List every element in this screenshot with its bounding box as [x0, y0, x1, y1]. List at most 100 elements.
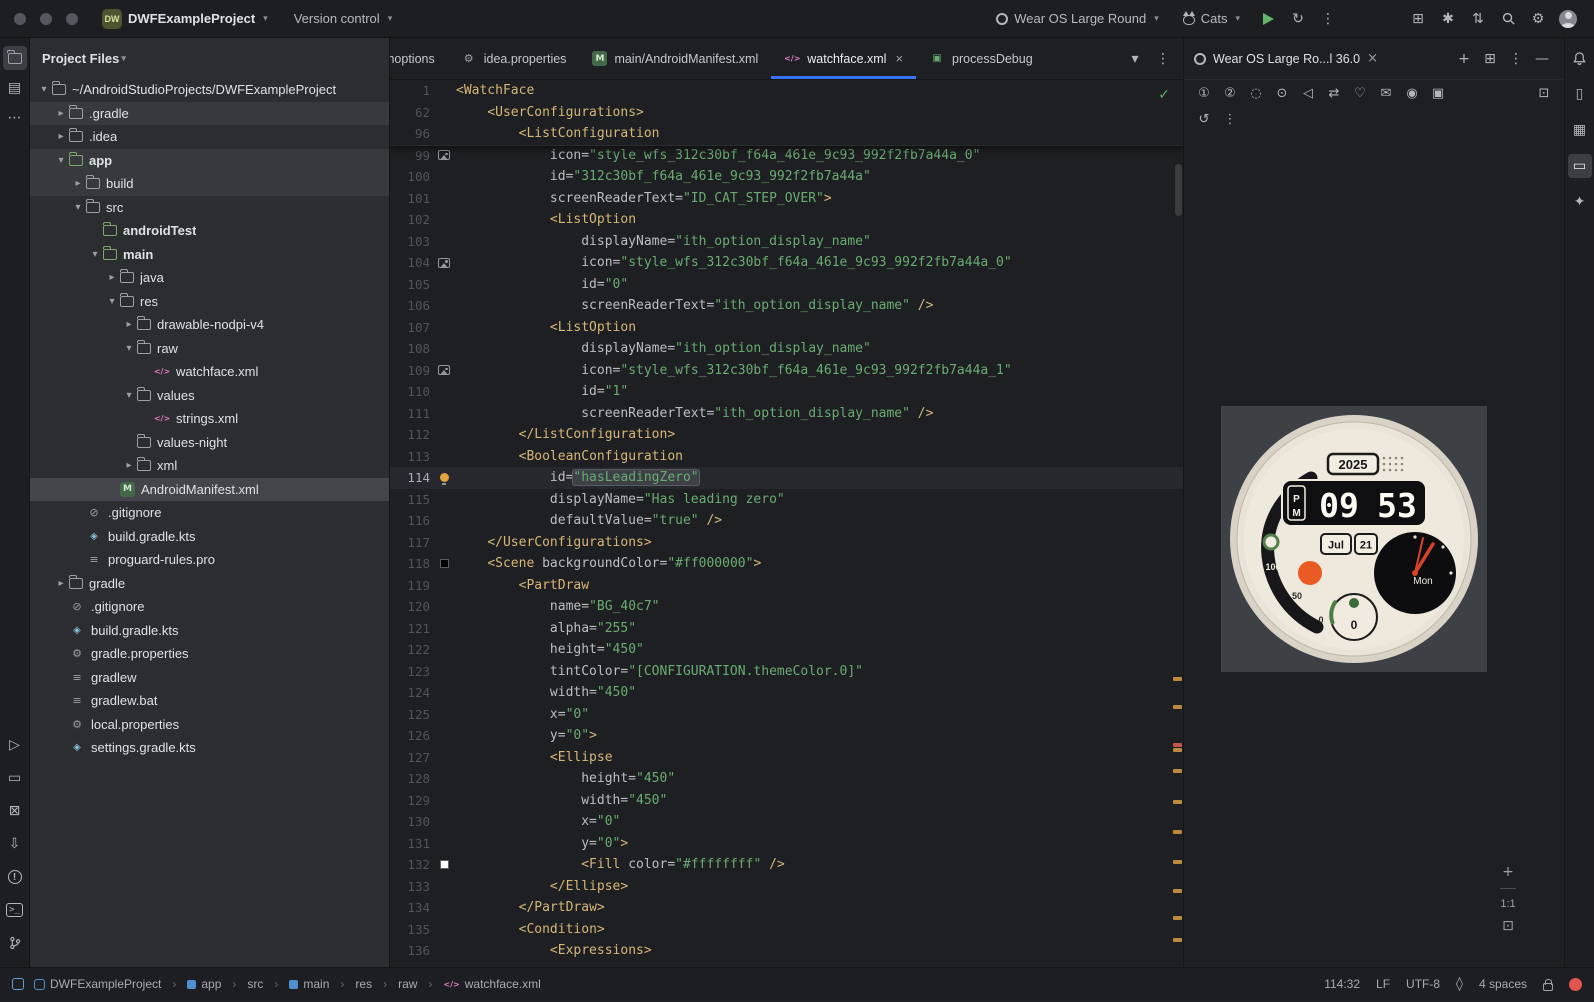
terminal-tool-icon[interactable]: >_ — [3, 898, 27, 922]
code-line[interactable]: 106 screenReaderText="ith_option_display… — [390, 295, 1183, 317]
wear-button-two-icon[interactable]: ② — [1218, 81, 1242, 105]
tab-moptions[interactable]: moptions — [390, 38, 448, 79]
code-line[interactable]: 100 id="312c30bf_f64a_461e_9c93_992f2fb7… — [390, 166, 1183, 188]
back-icon[interactable]: ◁ — [1296, 81, 1320, 105]
breadcrumb-item[interactable]: </> watchface.xml — [443, 977, 540, 991]
hide-device-panel-icon[interactable]: — — [1530, 47, 1554, 71]
read-write-lock-icon[interactable] — [1543, 978, 1553, 991]
tree-item-xml[interactable]: ▸ xml — [30, 454, 389, 478]
line-ending[interactable]: LF — [1376, 977, 1390, 991]
run-tool-icon[interactable]: ▷ — [3, 733, 27, 757]
device-screen[interactable]: 100 50 0 2025 P M 09 53 Mon Jul 21 0 — [1221, 406, 1487, 672]
close-tab-icon[interactable]: × — [895, 51, 903, 66]
tree-item-proguard-rules-pro[interactable]: ≡ proguard-rules.pro — [30, 548, 389, 572]
pull-requests-icon[interactable]: ⇅ — [1466, 7, 1490, 31]
tree-chevron-icon[interactable]: ▸ — [53, 108, 69, 119]
services-tool-icon[interactable]: ⊠ — [3, 799, 27, 823]
notifications-icon[interactable] — [1568, 46, 1592, 70]
ai-actions-icon[interactable]: ✱ — [1436, 7, 1460, 31]
tree-item-local-properties[interactable]: ⚙ local.properties — [30, 713, 389, 737]
code-line[interactable]: 99 icon="style_wfs_312c30bf_f64a_461e_9c… — [390, 145, 1183, 167]
tree-item-gradlew[interactable]: ≡ gradlew — [30, 666, 389, 690]
tree-item-res[interactable]: ▾ res — [30, 290, 389, 314]
tree-chevron-icon[interactable]: ▾ — [70, 202, 86, 213]
code-line[interactable]: 124 width="450" — [390, 682, 1183, 704]
tree-chevron-icon[interactable]: ▾ — [87, 249, 103, 260]
tree-item-build-gradle-kts[interactable]: ◈ build.gradle.kts — [30, 525, 389, 549]
code-line[interactable]: 119 <PartDraw — [390, 575, 1183, 597]
tree-item-raw[interactable]: ▾ raw — [30, 337, 389, 361]
code-line[interactable]: 101 screenReaderText="ID_CAT_STEP_OVER"> — [390, 188, 1183, 210]
tree-item-strings-xml[interactable]: </> strings.xml — [30, 407, 389, 431]
code-line[interactable]: 133 </Ellipse> — [390, 876, 1183, 898]
tree-chevron-icon[interactable]: ▾ — [121, 390, 137, 401]
problems-tool-icon[interactable]: ! — [3, 865, 27, 889]
code-line[interactable]: 120 name="BG_40c7" — [390, 596, 1183, 618]
tree-chevron-icon[interactable]: ▾ — [36, 84, 52, 95]
tree-item-values[interactable]: ▾ values — [30, 384, 389, 408]
tree-item-settings-gradle-kts[interactable]: ◈ settings.gradle.kts — [30, 736, 389, 760]
palm-icon[interactable]: ◌ — [1244, 81, 1268, 105]
code-line[interactable]: 108 displayName="ith_option_display_name… — [390, 338, 1183, 360]
tree-item-build[interactable]: ▸ build — [30, 172, 389, 196]
code-line[interactable]: 125 x="0" — [390, 704, 1183, 726]
caret-position[interactable]: 114:32 — [1324, 977, 1360, 991]
tree-chevron-icon[interactable]: ▾ — [104, 296, 120, 307]
code-line[interactable]: 110 id="1" — [390, 381, 1183, 403]
code-line[interactable]: 112 </ListConfiguration> — [390, 424, 1183, 446]
code-line[interactable]: 121 alpha="255" — [390, 618, 1183, 640]
tree-chevron-icon[interactable]: ▸ — [121, 319, 137, 330]
more-run-actions-icon[interactable]: ⋮ — [1316, 7, 1340, 31]
tab-processdebug[interactable]: ▣ processDebug — [916, 38, 1046, 79]
code-line[interactable]: 135 <Condition> — [390, 919, 1183, 941]
inspections-ok-icon[interactable]: ✓ — [1158, 87, 1170, 103]
snapshot-icon[interactable]: ⊡ — [1532, 81, 1556, 105]
settings-icon[interactable]: ⚙ — [1526, 7, 1550, 31]
tilt-icon[interactable]: ⊙ — [1270, 81, 1294, 105]
editor-scrollbar[interactable] — [1175, 164, 1182, 216]
code-area[interactable]: 99 icon="style_wfs_312c30bf_f64a_461e_9c… — [390, 145, 1183, 968]
gemini-icon[interactable]: ✦ — [1568, 190, 1592, 214]
new-device-tab-icon[interactable]: + — [1452, 47, 1476, 71]
tree-item--androidstudioprojects-dwfexampleproject[interactable]: ▾ ~/AndroidStudioProjects/DWFExampleProje… — [30, 78, 389, 102]
tree-item--idea[interactable]: ▸ .idea — [30, 125, 389, 149]
code-line[interactable]: 113 <BooleanConfiguration — [390, 446, 1183, 468]
tree-item-gradle-properties[interactable]: ⚙ gradle.properties — [30, 642, 389, 666]
running-devices-icon[interactable]: ▭ — [1567, 154, 1592, 178]
search-everywhere-icon[interactable] — [1496, 7, 1520, 31]
tree-item-build-gradle-kts[interactable]: ◈ build.gradle.kts — [30, 619, 389, 643]
code-line[interactable]: 102 <ListOption — [390, 209, 1183, 231]
tree-item--gradle[interactable]: ▸ .gradle — [30, 101, 389, 125]
close-window-button[interactable] — [14, 12, 26, 25]
code-line[interactable]: 134 </PartDraw> — [390, 897, 1183, 919]
code-line[interactable]: 117 </UserConfigurations> — [390, 532, 1183, 554]
zoom-window-button[interactable] — [66, 12, 78, 25]
project-widget[interactable]: DW DWFExampleProject ▾ — [102, 8, 268, 29]
code-line[interactable]: 130 x="0" — [390, 811, 1183, 833]
breadcrumb-item[interactable]: raw — [398, 977, 417, 991]
tree-item-main[interactable]: ▾ main — [30, 243, 389, 267]
tree-chevron-icon[interactable]: ▸ — [70, 178, 86, 189]
breadcrumb-item[interactable]: main — [289, 977, 329, 991]
breadcrumb-item[interactable]: src — [247, 977, 263, 991]
code-line[interactable]: 129 width="450" — [390, 790, 1183, 812]
wear-button-one-icon[interactable]: ① — [1192, 81, 1216, 105]
tree-item-drawable-nodpi-v4[interactable]: ▸ drawable-nodpi-v4 — [30, 313, 389, 337]
code-line[interactable]: 123 tintColor="[CONFIGURATION.themeColor… — [390, 661, 1183, 683]
device-more-actions-icon[interactable]: ⋮ — [1218, 107, 1242, 131]
file-encoding[interactable]: UTF-8 — [1406, 977, 1440, 991]
editor-body[interactable]: 1 <WatchFace 62 <UserConfigurations> 96 <Li… — [390, 80, 1183, 967]
code-line[interactable]: 132 <Fill color="#ffffffff" /> — [390, 854, 1183, 876]
code-line[interactable]: 62 <UserConfigurations> — [390, 102, 1183, 124]
running-devices-tool-icon[interactable]: ▭ — [3, 766, 27, 790]
device-manager-icon[interactable]: ⊞ — [1406, 7, 1430, 31]
code-line[interactable]: 109 icon="style_wfs_312c30bf_f64a_461e_9… — [390, 360, 1183, 382]
tree-item-gradlew-bat[interactable]: ≡ gradlew.bat — [30, 689, 389, 713]
code-line[interactable]: 122 height="450" — [390, 639, 1183, 661]
tree-chevron-icon[interactable]: ▾ — [121, 343, 137, 354]
tree-item-java[interactable]: ▸ java — [30, 266, 389, 290]
code-line[interactable]: 111 screenReaderText="ith_option_display… — [390, 403, 1183, 425]
tree-item-gradle[interactable]: ▸ gradle — [30, 572, 389, 596]
code-line[interactable]: 127 <Ellipse — [390, 747, 1183, 769]
device-selector[interactable]: Wear OS Large Round ▾ — [996, 11, 1159, 26]
